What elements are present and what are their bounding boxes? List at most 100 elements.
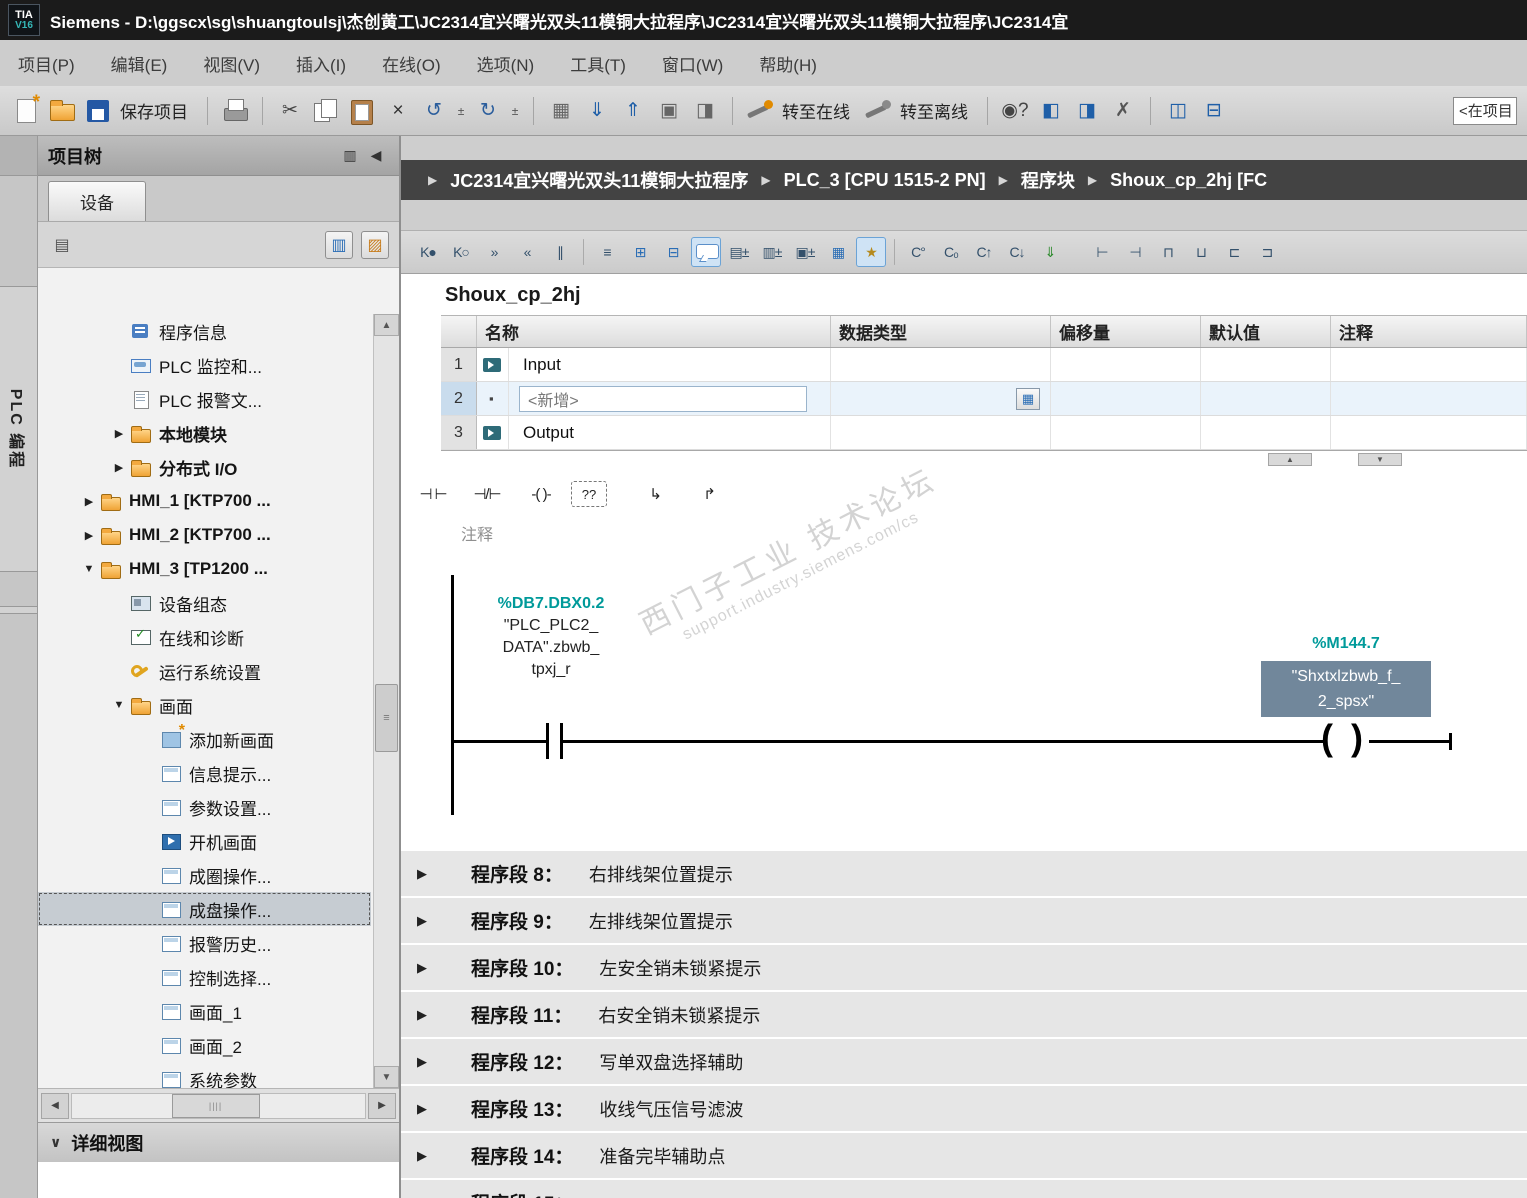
paste-icon[interactable]	[346, 95, 378, 127]
no-contact-symbol[interactable]	[560, 723, 563, 759]
undo-dropdown-icon[interactable]: ±	[454, 95, 468, 127]
insert-input-icon[interactable]: ⊢	[1087, 237, 1117, 267]
goto-previous-icon[interactable]: C°	[903, 237, 933, 267]
download-hardware-icon[interactable]: ▣	[653, 95, 685, 127]
Output[interactable]: 3 ▼▪ Output ▦	[441, 416, 1527, 450]
ladder-canvas[interactable]: ( ) %DB7.DBX0.2 "PLC_PLC2_ DATA".zbwb_ t…	[401, 545, 1527, 845]
row-name[interactable]: Input	[523, 355, 561, 375]
print-icon[interactable]	[219, 95, 251, 127]
row-name[interactable]: Output	[523, 423, 574, 443]
tree-item-screen-control-select[interactable]: 控制选择...	[38, 960, 371, 994]
tree-expander-icon[interactable]: ▶	[80, 495, 98, 508]
scroll-down-icon[interactable]: ▼	[374, 1066, 399, 1088]
<新增>[interactable]: 2 ▼▪ <新增> ▦	[441, 382, 1527, 416]
tree-item-hmi3[interactable]: ▼ HMI_3 [TP1200 ...	[38, 552, 371, 586]
network-row-14[interactable]: ▶ 程序段 14： 准备完毕辅助点	[401, 1133, 1527, 1178]
no-contact-tool-icon[interactable]: ⊣ ⊢	[409, 476, 457, 512]
tree-item-screen-startup[interactable]: 开机画面	[38, 824, 371, 858]
tree-item-screen-alarm-history[interactable]: 报警历史...	[38, 926, 371, 960]
tree-item-screen-params[interactable]: 参数设置...	[38, 790, 371, 824]
compile-icon[interactable]: ▦	[545, 95, 577, 127]
scroll-up-icon[interactable]: ▲	[374, 314, 399, 336]
coil-tool-icon[interactable]: -( )-	[517, 476, 565, 512]
indent-out-icon[interactable]: «	[512, 237, 542, 267]
project-search-input[interactable]: <在项目	[1453, 96, 1517, 125]
breadcrumb-label[interactable]: JC2314宜兴曙光双头11模铜大拉程序	[450, 167, 748, 193]
tree-item-runtime-settings[interactable]: 运行系统设置	[38, 654, 371, 688]
splitter-expand-icon[interactable]: ▼	[1358, 453, 1402, 466]
header-cell-datatype[interactable]: 数据类型	[831, 316, 1051, 347]
breadcrumb-item[interactable]: ▶ JC2314宜兴曙光双头11模铜大拉程序	[415, 167, 748, 193]
tree-expander-icon[interactable]: ▶	[110, 427, 128, 440]
network-expander-icon[interactable]: ▶	[417, 1148, 437, 1164]
tree-item-program-info[interactable]: 程序信息	[38, 314, 371, 348]
tree-item-device-config[interactable]: 设备组态	[38, 586, 371, 620]
tree-item-plc-alarm-text[interactable]: PLC 报警文...	[38, 382, 371, 416]
network-expander-icon[interactable]: ▶	[417, 1054, 437, 1070]
contact-operand[interactable]: %DB7.DBX0.2 "PLC_PLC2_ DATA".zbwb_ tpxj_…	[456, 593, 646, 681]
absolute-address-icon[interactable]: K○	[446, 237, 476, 267]
tree-item-hmi1[interactable]: ▶ HMI_1 [KTP700 ...	[38, 484, 371, 518]
breadcrumb-item[interactable]: ▶ Shoux_cp_2hj [FC	[1075, 170, 1267, 191]
tree-expander-icon[interactable]: ▶	[80, 529, 98, 542]
copy-icon[interactable]	[310, 95, 342, 127]
toggle-comments-icon[interactable]	[691, 237, 721, 267]
delete-network-icon[interactable]: ⊟	[658, 237, 688, 267]
network-row-12[interactable]: ▶ 程序段 12： 写单双盘选择辅助	[401, 1039, 1527, 1084]
menu-item[interactable]: 插入(I)	[296, 51, 346, 76]
tree-item-screen-coiling[interactable]: 成圈操作...	[38, 858, 371, 892]
menu-item[interactable]: 窗口(W)	[662, 51, 723, 76]
Input[interactable]: 1 ▼▪ Input ▦	[441, 348, 1527, 382]
go-offline-label[interactable]: 转至离线	[900, 98, 968, 123]
network-row-9[interactable]: ▶ 程序段 9： 左排线架位置提示	[401, 898, 1527, 943]
collapse-instructions-icon[interactable]: ▥±	[757, 237, 787, 267]
network-expander-icon[interactable]: ▶	[417, 1101, 437, 1117]
tree-item-distributed-io[interactable]: ▶ 分布式 I/O	[38, 450, 371, 484]
menu-item[interactable]: 工具(T)	[570, 51, 626, 76]
insert-rung-icon[interactable]: ⊏	[1219, 237, 1249, 267]
scrollbar-track[interactable]: ||||	[71, 1092, 366, 1119]
receive-alarms-icon[interactable]: ◨	[1071, 95, 1103, 127]
breadcrumb-label[interactable]: 程序块	[1021, 167, 1075, 193]
tree-item-hmi2[interactable]: ▶ HMI_2 [KTP700 ...	[38, 518, 371, 552]
tree-item-plc-supervision[interactable]: PLC 监控和...	[38, 348, 371, 382]
row-name[interactable]: <新增>	[519, 385, 807, 412]
scroll-left-icon[interactable]: ◀	[41, 1092, 69, 1119]
datatype-cell[interactable]: ▦	[831, 382, 1051, 415]
cross-reference-icon[interactable]: ✗	[1107, 95, 1139, 127]
scrollbar-thumb[interactable]: ≡	[375, 684, 398, 752]
tree-item-add-new-screen[interactable]: 添加新画面	[38, 722, 371, 756]
coil-operand[interactable]: %M144.7 "Shxtxlzbwb_f_ 2_spsx"	[1246, 633, 1446, 717]
network-expander-icon[interactable]: ▶	[417, 913, 437, 929]
favorites-icon[interactable]: ★	[856, 237, 886, 267]
menu-item[interactable]: 选项(N)	[477, 51, 535, 76]
tree-item-system-params[interactable]: 系统参数	[38, 1062, 371, 1088]
scroll-right-icon[interactable]: ▶	[368, 1092, 396, 1119]
goto-next-icon[interactable]: C₀	[936, 237, 966, 267]
undo-icon[interactable]: ↺	[418, 95, 450, 127]
tree-item-online-diagnostics[interactable]: 在线和诊断	[38, 620, 371, 654]
menu-item[interactable]: 视图(V)	[203, 51, 260, 76]
insert-close-branch-icon[interactable]: ⊔	[1186, 237, 1216, 267]
network-row-15[interactable]: ▶ 程序段 15：	[401, 1180, 1527, 1198]
tree-expander-icon[interactable]: ▼	[110, 699, 128, 711]
delete-icon[interactable]: ×	[382, 95, 414, 127]
scrollbar-thumb[interactable]: ||||	[171, 1093, 260, 1118]
network-row-10[interactable]: ▶ 程序段 10： 左安全销未锁紧提示	[401, 945, 1527, 990]
split-editor-vertical-icon[interactable]: ◫	[1162, 95, 1194, 127]
header-cell-offset[interactable]: 偏移量	[1051, 316, 1201, 347]
nc-contact-tool-icon[interactable]: ⊣/⊢	[463, 476, 511, 512]
tab-devices[interactable]: 设备	[48, 181, 146, 221]
splitter-collapse-icon[interactable]: ▲	[1268, 453, 1312, 466]
tree-item-local-modules[interactable]: ▶ 本地模块	[38, 416, 371, 450]
connection-icon[interactable]: ∥	[545, 237, 575, 267]
menu-item[interactable]: 编辑(E)	[111, 51, 168, 76]
insert-open-branch-icon[interactable]: ⊓	[1153, 237, 1183, 267]
redo-dropdown-icon[interactable]: ±	[508, 95, 522, 127]
tree-horizontal-scrollbar[interactable]: ◀ |||| ▶	[38, 1088, 399, 1122]
breadcrumb-item[interactable]: ▶ 程序块	[986, 167, 1075, 193]
network-expander-icon[interactable]: ▶	[417, 866, 437, 882]
insert-empty-box-icon[interactable]: ⊐	[1252, 237, 1282, 267]
expand-boxes-icon[interactable]: ▣±	[790, 237, 820, 267]
network-expander-icon[interactable]: ▶	[417, 960, 437, 976]
